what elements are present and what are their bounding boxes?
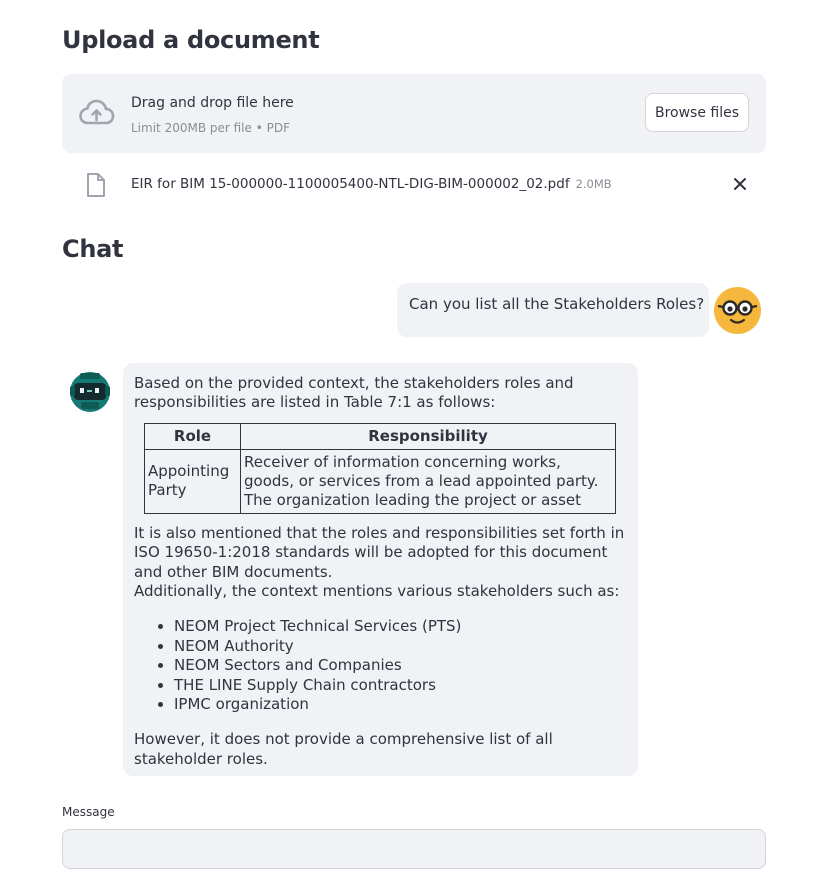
assistant-paragraph-stakeholders: Additionally, the context mentions vario…	[134, 582, 620, 601]
assistant-paragraph-iso: It is also mentioned that the roles and …	[134, 523, 625, 581]
assistant-message: Based on the provided context, the stake…	[123, 363, 638, 776]
stakeholder-list: NEOM Project Technical Services (PTS) NE…	[134, 617, 626, 714]
list-item: NEOM Project Technical Services (PTS)	[174, 617, 626, 636]
assistant-outro: However, it does not provide a comprehen…	[134, 730, 553, 768]
table-header-role: Role	[144, 422, 241, 450]
nerd-face-avatar	[714, 287, 761, 334]
message-label: Message	[62, 805, 115, 819]
list-item: NEOM Sectors and Companies	[174, 656, 626, 675]
user-message: Can you list all the Stakeholders Roles?	[397, 283, 709, 337]
message-input[interactable]	[62, 829, 766, 869]
roles-table: Role Responsibility Appointing Party Rec…	[144, 422, 616, 514]
dropzone-limit: Limit 200MB per file • PDF	[131, 121, 290, 135]
dropzone-instructions: Drag and drop file here	[131, 95, 294, 111]
uploaded-file-row: EIR for BIM 15-000000-1100005400-NTL-DIG…	[62, 165, 766, 205]
upload-title: Upload a document	[62, 26, 320, 54]
file-name-text: EIR for BIM 15-000000-1100005400-NTL-DIG…	[131, 176, 570, 192]
assistant-intro: Based on the provided context, the stake…	[134, 374, 574, 412]
cloud-upload-icon	[79, 99, 115, 125]
chat-title: Chat	[62, 235, 124, 263]
close-icon[interactable]	[732, 173, 748, 195]
robot-avatar	[70, 372, 110, 412]
table-row: Appointing Party Receiver of information…	[144, 448, 616, 514]
file-size: 2.0MB	[575, 177, 612, 191]
table-cell-role: Appointing Party	[144, 448, 241, 514]
table-cell-responsibility: Receiver of information concerning works…	[240, 448, 616, 514]
file-icon	[87, 173, 105, 197]
list-item: THE LINE Supply Chain contractors	[174, 676, 626, 695]
file-dropzone[interactable]: Drag and drop file here Limit 200MB per …	[62, 74, 766, 153]
user-message-text: Can you list all the Stakeholders Roles?	[409, 295, 705, 313]
uploaded-file-name: EIR for BIM 15-000000-1100005400-NTL-DIG…	[131, 176, 612, 192]
browse-files-button[interactable]: Browse files	[645, 93, 749, 132]
list-item: IPMC organization	[174, 695, 626, 714]
list-item: NEOM Authority	[174, 637, 626, 656]
table-header-responsibility: Responsibility	[240, 422, 616, 450]
